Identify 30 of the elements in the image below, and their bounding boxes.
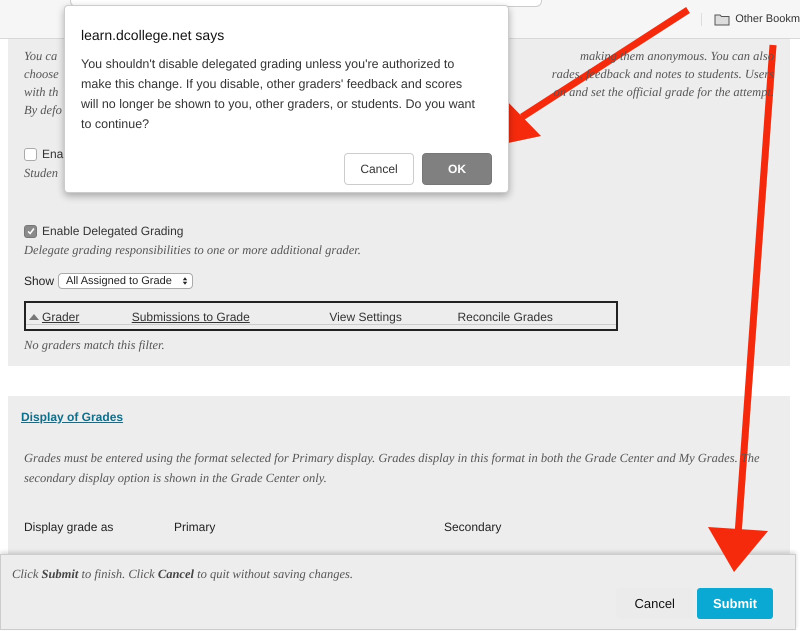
paragraph-text: with th (24, 84, 58, 101)
bookmark-folder[interactable]: Other Bookm (701, 12, 800, 26)
column-header-link[interactable]: Grader (42, 310, 80, 324)
column-header-link[interactable]: Submissions to Grade (132, 310, 250, 324)
dialog-title: learn.dcollege.net says (81, 27, 226, 43)
folder-icon (714, 12, 730, 26)
paragraph-text: By defo (24, 102, 62, 119)
section-title-link[interactable]: Display of Grades (21, 410, 124, 424)
checkbox-label: Enable Delegated Grading (42, 224, 184, 238)
hint-text: Studen (24, 166, 58, 181)
column-header: Reconcile Grades (457, 310, 553, 324)
hint-text: Delegate grading responsibilities to one or more additional grader. (24, 243, 361, 258)
ok-button[interactable]: OK (422, 153, 492, 185)
column-header: View Settings (329, 310, 402, 324)
paragraph-text: You ca (24, 48, 58, 65)
instruction-text: Click Submit to finish. Click Cancel to quit without saving changes. (12, 567, 354, 582)
empty-message: No graders match this filter. (24, 338, 166, 353)
dialog-message: You shouldn't disable delegated grading unless you're authorized to make this change. If you disable, other graders' feedback and scores will no longer be shown to you, other graders, or students. Do you want to continue? (81, 56, 476, 133)
dropdown[interactable]: All Assigned to Grade (58, 273, 193, 289)
column-header: Secondary (444, 520, 502, 534)
checkmark-icon (26, 226, 36, 236)
column-header: Display grade as (24, 520, 114, 534)
checkbox-label: Ena (42, 147, 64, 161)
field-label: Show (24, 274, 54, 288)
checkbox[interactable] (24, 224, 37, 238)
checkbox[interactable] (24, 148, 37, 160)
paragraph-text: choose (24, 66, 59, 83)
up-down-icon (182, 276, 188, 286)
column-header: Primary (174, 520, 216, 534)
cancel-button[interactable]: Cancel (344, 153, 414, 185)
